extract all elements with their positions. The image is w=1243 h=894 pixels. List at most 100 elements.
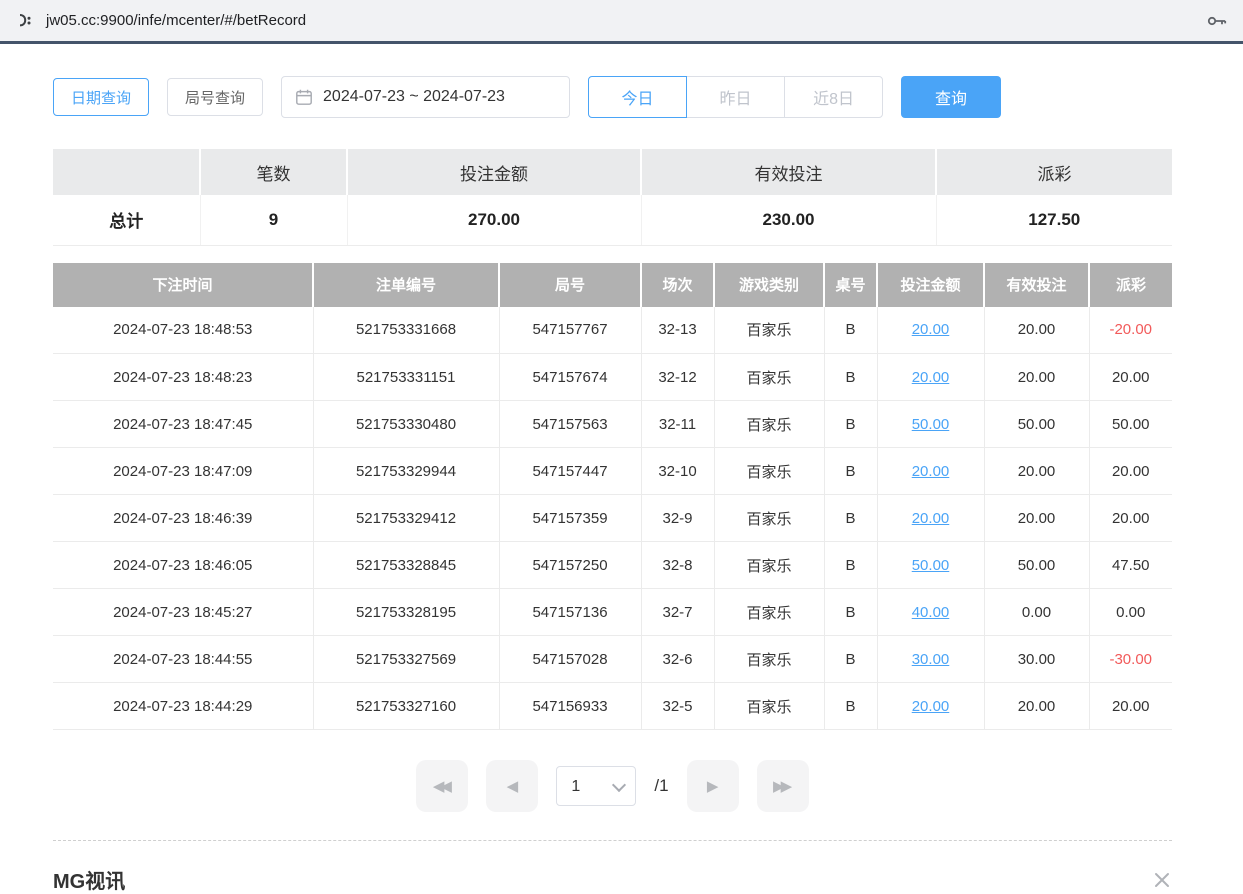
date-range-value: 2024-07-23 ~ 2024-07-23 <box>323 88 505 106</box>
cell-payout: 47.50 <box>1089 542 1172 589</box>
cell-table-number: B <box>824 683 877 730</box>
search-button[interactable]: 查询 <box>901 76 1001 118</box>
summary-header-valid-bet: 有效投注 <box>641 149 936 195</box>
cell-table-number: B <box>824 495 877 542</box>
cell-bet-number: 521753327569 <box>313 636 499 683</box>
cell-payout: 20.00 <box>1089 495 1172 542</box>
cell-table-number: B <box>824 589 877 636</box>
cell-session: 32-8 <box>641 542 714 589</box>
page-select[interactable]: 1 <box>556 766 636 806</box>
bet-amount-link[interactable]: 20.00 <box>912 510 950 527</box>
cell-bet-amount: 40.00 <box>877 589 984 636</box>
cell-valid-bet: 0.00 <box>984 589 1089 636</box>
cell-table-number: B <box>824 448 877 495</box>
cell-bet-time: 2024-07-23 18:46:39 <box>53 495 313 542</box>
bet-amount-link[interactable]: 50.00 <box>912 557 950 574</box>
bet-amount-link[interactable]: 30.00 <box>912 651 950 668</box>
bet-table-header-row: 下注时间 注单编号 局号 场次 游戏类别 桌号 投注金额 有效投注 派彩 <box>53 263 1172 307</box>
header-bet-time: 下注时间 <box>53 263 313 307</box>
last-page-button[interactable]: ▶▶ <box>757 760 809 812</box>
cell-game-type: 百家乐 <box>714 495 824 542</box>
cell-bet-time: 2024-07-23 18:45:27 <box>53 589 313 636</box>
calendar-icon <box>295 88 313 106</box>
cell-bet-amount: 20.00 <box>877 307 984 354</box>
cell-round-number: 547157563 <box>499 401 641 448</box>
cell-round-number: 547157250 <box>499 542 641 589</box>
table-row: 2024-07-23 18:47:09521753329944547157447… <box>53 448 1172 495</box>
bet-amount-link[interactable]: 20.00 <box>912 463 950 480</box>
cell-table-number: B <box>824 542 877 589</box>
cell-bet-amount: 20.00 <box>877 495 984 542</box>
cell-session: 32-10 <box>641 448 714 495</box>
bet-amount-link[interactable]: 50.00 <box>912 416 950 433</box>
header-payout: 派彩 <box>1089 263 1172 307</box>
summary-header-bet-amount: 投注金额 <box>347 149 641 195</box>
summary-header-row: 笔数 投注金额 有效投注 派彩 <box>53 149 1172 195</box>
cell-bet-number: 521753328195 <box>313 589 499 636</box>
cell-round-number: 547157674 <box>499 354 641 401</box>
cell-valid-bet: 50.00 <box>984 542 1089 589</box>
table-row: 2024-07-23 18:44:29521753327160547156933… <box>53 683 1172 730</box>
cell-valid-bet: 20.00 <box>984 683 1089 730</box>
summary-table: 笔数 投注金额 有效投注 派彩 总计 9 270.00 230.00 127.5… <box>53 149 1172 246</box>
cell-valid-bet: 30.00 <box>984 636 1089 683</box>
cell-table-number: B <box>824 307 877 354</box>
cell-table-number: B <box>824 401 877 448</box>
cell-bet-time: 2024-07-23 18:44:29 <box>53 683 313 730</box>
table-row: 2024-07-23 18:48:53521753331668547157767… <box>53 307 1172 354</box>
cell-game-type: 百家乐 <box>714 307 824 354</box>
date-query-button[interactable]: 日期查询 <box>53 78 149 116</box>
cell-session: 32-13 <box>641 307 714 354</box>
cell-bet-time: 2024-07-23 18:46:05 <box>53 542 313 589</box>
cell-payout: -20.00 <box>1089 307 1172 354</box>
next-page-button[interactable]: ▶ <box>687 760 739 812</box>
date-range-input[interactable]: 2024-07-23 ~ 2024-07-23 <box>281 76 570 118</box>
cell-round-number: 547157359 <box>499 495 641 542</box>
table-row: 2024-07-23 18:46:39521753329412547157359… <box>53 495 1172 542</box>
summary-header-payout: 派彩 <box>936 149 1172 195</box>
first-page-button[interactable]: ◀◀ <box>416 760 468 812</box>
page-select-wrap: 1 <box>556 766 636 806</box>
key-icon[interactable] <box>1205 9 1229 33</box>
cell-table-number: B <box>824 354 877 401</box>
cell-bet-time: 2024-07-23 18:47:45 <box>53 401 313 448</box>
cell-bet-number: 521753328845 <box>313 542 499 589</box>
prev-page-button[interactable]: ◀ <box>486 760 538 812</box>
header-table-number: 桌号 <box>824 263 877 307</box>
cell-game-type: 百家乐 <box>714 683 824 730</box>
summary-header-blank <box>53 149 200 195</box>
header-round-number: 局号 <box>499 263 641 307</box>
cell-round-number: 547157028 <box>499 636 641 683</box>
header-valid-bet: 有效投注 <box>984 263 1089 307</box>
bet-amount-link[interactable]: 20.00 <box>912 321 950 338</box>
quick-filter-group: 今日 昨日 近8日 <box>588 76 883 118</box>
round-query-button[interactable]: 局号查询 <box>167 78 263 116</box>
filter-yesterday[interactable]: 昨日 <box>686 76 785 118</box>
bet-record-table: 下注时间 注单编号 局号 场次 游戏类别 桌号 投注金额 有效投注 派彩 202… <box>53 263 1172 731</box>
filter-today[interactable]: 今日 <box>588 76 687 118</box>
cell-game-type: 百家乐 <box>714 636 824 683</box>
cell-game-type: 百家乐 <box>714 589 824 636</box>
cell-valid-bet: 20.00 <box>984 495 1089 542</box>
browser-address-bar: jw05.cc:9900/infe/mcenter/#/betRecord <box>0 0 1243 44</box>
collapse-icon[interactable] <box>1152 870 1172 890</box>
bet-amount-link[interactable]: 20.00 <box>912 698 950 715</box>
site-icon <box>14 11 34 31</box>
cell-game-type: 百家乐 <box>714 354 824 401</box>
bet-amount-link[interactable]: 20.00 <box>912 369 950 386</box>
main-content: 日期查询 局号查询 2024-07-23 ~ 2024-07-23 今日 昨日 … <box>0 76 1243 894</box>
table-row: 2024-07-23 18:46:05521753328845547157250… <box>53 542 1172 589</box>
url-text[interactable]: jw05.cc:9900/infe/mcenter/#/betRecord <box>46 12 306 29</box>
cell-session: 32-5 <box>641 683 714 730</box>
cell-bet-number: 521753331668 <box>313 307 499 354</box>
header-bet-amount: 投注金额 <box>877 263 984 307</box>
filter-last-8-days[interactable]: 近8日 <box>784 76 883 118</box>
bet-amount-link[interactable]: 40.00 <box>912 604 950 621</box>
cell-payout: 20.00 <box>1089 448 1172 495</box>
total-pages-label: /1 <box>654 776 668 796</box>
dashed-divider <box>53 840 1172 841</box>
cell-session: 32-11 <box>641 401 714 448</box>
cell-payout: -30.00 <box>1089 636 1172 683</box>
cell-valid-bet: 20.00 <box>984 354 1089 401</box>
cell-session: 32-12 <box>641 354 714 401</box>
